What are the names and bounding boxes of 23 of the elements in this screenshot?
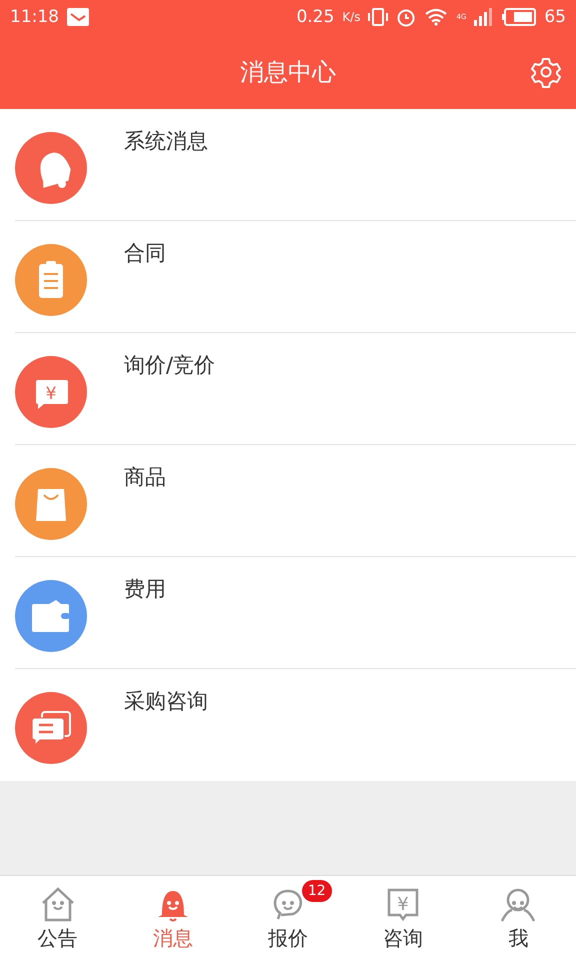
signal-icon (474, 8, 494, 26)
message-category[interactable]: 询价/竞价 (120, 351, 220, 379)
message-category[interactable]: 系统消息 (120, 127, 212, 155)
nav-tab[interactable]: ¥ 咨询 (346, 876, 461, 960)
message-category[interactable]: 商品 (120, 463, 170, 491)
speed-unit: K/s (342, 10, 360, 24)
message-category[interactable]: 费用 (120, 575, 170, 603)
message-category[interactable]: 采购咨询 (120, 687, 212, 715)
unread-badge: 12 (302, 880, 332, 902)
battery-icon (502, 8, 536, 26)
network-speed: 0.25 (296, 7, 334, 27)
alarm-icon (396, 7, 416, 27)
clock-time: 11:18 (10, 7, 59, 27)
price-icon: ¥ (15, 356, 87, 428)
settings-icon[interactable] (530, 56, 562, 88)
nav-tab[interactable]: 公告 (0, 876, 116, 960)
page-title: 消息中心 (240, 56, 336, 88)
wifi-icon (424, 8, 448, 26)
nav-tab[interactable]: 报价 12 (230, 876, 346, 960)
battery-level: 65 (544, 7, 566, 27)
message-category[interactable]: 合同 (120, 239, 170, 267)
vibrate-icon (368, 8, 388, 26)
nav-tab[interactable]: 我 (460, 876, 576, 960)
